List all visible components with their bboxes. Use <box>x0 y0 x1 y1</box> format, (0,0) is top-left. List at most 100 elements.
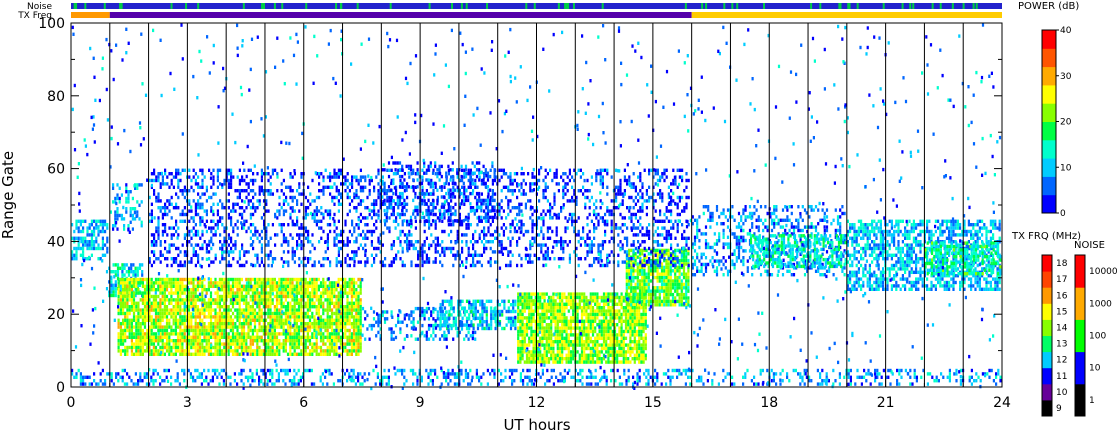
backscatter-cell <box>322 322 325 326</box>
backscatter-cell <box>88 246 91 251</box>
backscatter-cell <box>247 305 250 309</box>
backscatter-cell <box>317 345 320 350</box>
backscatter-cell <box>667 289 670 293</box>
backscatter-cell <box>165 284 169 288</box>
backscatter-cell <box>196 288 199 292</box>
backscatter-cell <box>229 277 232 282</box>
backscatter-cell <box>192 332 195 336</box>
backscatter-cell <box>304 349 307 353</box>
backscatter-cell <box>291 284 294 288</box>
backscatter-cell <box>587 346 590 351</box>
backscatter-cell <box>523 329 526 334</box>
backscatter-cell <box>532 316 535 320</box>
backscatter-cell <box>609 323 612 327</box>
backscatter-cell <box>605 350 608 354</box>
backscatter-cell <box>711 218 714 222</box>
backscatter-cell <box>591 299 595 303</box>
backscatter-cell <box>591 353 595 357</box>
backscatter-cell <box>271 318 274 322</box>
backscatter-cell <box>165 349 169 353</box>
backscatter-cell <box>558 292 562 296</box>
backscatter-cell <box>523 295 526 300</box>
backscatter-cell <box>110 293 113 298</box>
backscatter-cell <box>174 318 177 322</box>
backscatter-cell <box>130 294 133 299</box>
backscatter-cell <box>234 281 237 285</box>
backscatter-cell <box>306 332 309 336</box>
backscatter-cell <box>231 328 235 333</box>
backscatter-cell <box>596 312 599 317</box>
backscatter-cell <box>84 219 87 223</box>
backscatter-cell <box>377 330 380 335</box>
backscatter-cell <box>572 316 575 320</box>
backscatter-cell <box>410 310 413 314</box>
backscatter-cell <box>286 284 290 288</box>
backscatter-cell <box>220 352 224 356</box>
backscatter-cell <box>472 326 475 331</box>
backscatter-cell <box>514 303 517 307</box>
backscatter-cell <box>788 228 791 233</box>
backscatter-cell <box>423 334 426 338</box>
backscatter-cell <box>328 281 331 285</box>
backscatter-cell <box>141 322 144 326</box>
backscatter-cell <box>220 335 224 339</box>
backscatter-cell <box>643 299 646 304</box>
backscatter-cell <box>128 284 131 288</box>
backscatter-cell <box>602 312 606 317</box>
backscatter-cell <box>355 339 358 343</box>
backscatter-cell <box>536 312 540 317</box>
backscatter-cell <box>680 292 683 297</box>
backscatter-cell <box>326 335 329 339</box>
backscatter-cell <box>698 239 701 243</box>
backscatter-cell <box>667 265 670 270</box>
backscatter-cell <box>785 264 788 269</box>
backscatter-cell <box>759 205 763 209</box>
backscatter-cell <box>132 270 135 274</box>
backscatter-cell <box>589 316 592 320</box>
backscatter-cell <box>284 277 287 282</box>
backscatter-cell <box>88 243 91 247</box>
backscatter-cell <box>436 317 439 321</box>
backscatter-cell <box>280 332 283 336</box>
backscatter-cell <box>306 325 309 329</box>
backscatter-cell <box>528 350 531 354</box>
backscatter-cell <box>627 269 631 273</box>
backscatter-cell <box>251 315 254 319</box>
backscatter-cell <box>181 345 184 350</box>
backscatter-cell <box>439 326 442 331</box>
backscatter-cell <box>814 205 818 209</box>
backscatter-cell <box>278 308 281 312</box>
backscatter-cell <box>146 298 149 302</box>
backscatter-cell <box>722 273 725 277</box>
backscatter-cell <box>416 320 420 324</box>
backscatter-cell <box>594 302 597 306</box>
backscatter-cell <box>143 288 147 292</box>
backscatter-cell <box>778 244 781 248</box>
backscatter-cell <box>532 343 535 347</box>
backscatter-cell <box>523 360 526 364</box>
backscatter-cell <box>289 349 292 353</box>
backscatter-cell <box>289 311 292 316</box>
backscatter-cell <box>242 335 246 339</box>
backscatter-cell <box>554 360 557 364</box>
backscatter-cell <box>337 291 340 295</box>
backscatter-cell <box>333 301 336 305</box>
backscatter-cell <box>300 342 303 346</box>
backscatter-cell <box>247 318 250 322</box>
backscatter-cell <box>146 349 149 353</box>
backscatter-cell <box>313 328 316 333</box>
backscatter-cell <box>528 292 531 296</box>
backscatter-cell <box>286 294 290 299</box>
backscatter-cell <box>487 299 491 303</box>
backscatter-cell <box>789 251 792 255</box>
backscatter-cell <box>521 299 524 303</box>
backscatter-cell <box>335 339 338 343</box>
backscatter-cell <box>150 349 153 353</box>
backscatter-cell <box>509 316 513 320</box>
backscatter-cell <box>311 335 314 339</box>
backscatter-cell <box>114 270 117 274</box>
backscatter-cell <box>596 350 599 354</box>
backscatter-cell <box>297 277 301 282</box>
backscatter-cell <box>273 277 276 282</box>
backscatter-cell <box>624 329 628 334</box>
